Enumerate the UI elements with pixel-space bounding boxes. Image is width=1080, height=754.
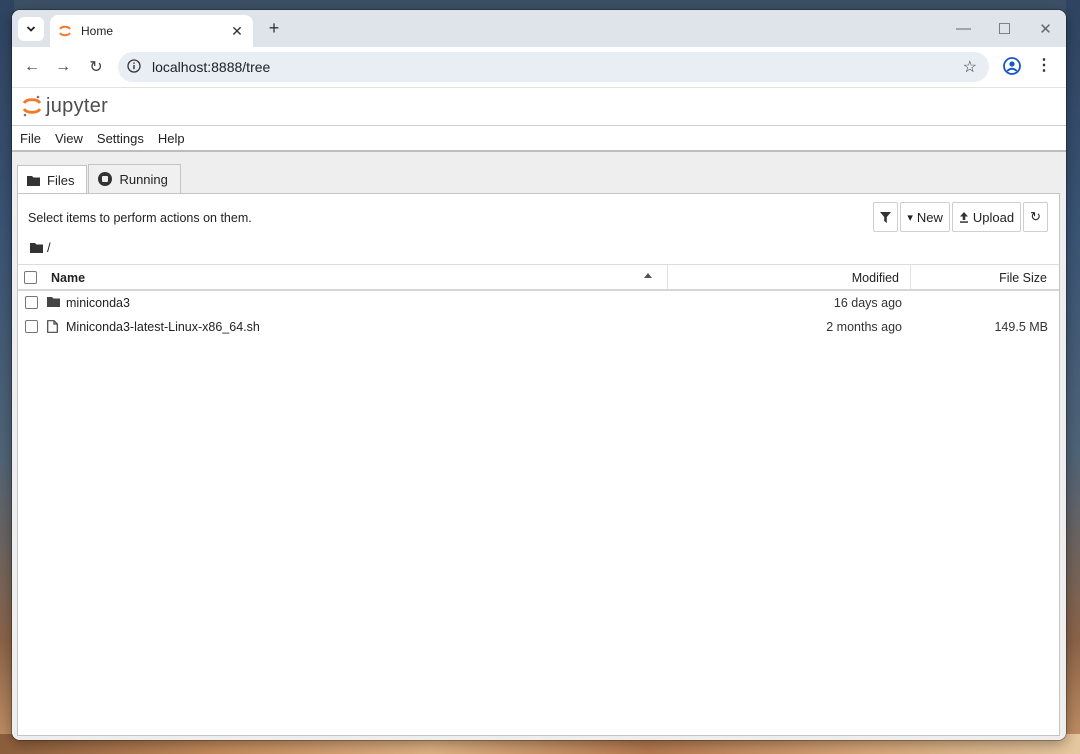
window-close-button[interactable]: ✕ [1025, 10, 1066, 47]
column-divider [910, 265, 911, 289]
folder-icon[interactable] [30, 242, 43, 253]
table-row[interactable]: Miniconda3-latest-Linux-x86_64.sh 2 mont… [18, 315, 1059, 339]
file-icon [47, 320, 58, 333]
breadcrumb: / [30, 240, 51, 255]
folder-icon [27, 175, 40, 186]
tab-strip: Home ✕ + — ☐ ✕ [12, 10, 1066, 47]
new-button[interactable]: ▾ New [900, 202, 950, 232]
new-button-label: New [916, 209, 943, 225]
chevron-down-icon [26, 26, 36, 32]
tab-search-button[interactable] [18, 17, 44, 41]
jupyter-logo-text: jupyter [46, 94, 109, 117]
desktop-wallpaper-right [1066, 0, 1080, 754]
row-checkbox[interactable] [25, 296, 38, 309]
select-all-checkbox[interactable] [24, 271, 37, 284]
star-icon[interactable]: ☆ [963, 57, 977, 77]
kebab-menu-icon[interactable]: ⋮ [1036, 55, 1052, 75]
browser-window: Home ✕ + — ☐ ✕ ← → ↻ localhost:8888/tree… [12, 10, 1066, 740]
file-actions: ▾ New Upload ↻ [871, 202, 1048, 232]
file-table-header: Name Modified File Size [18, 264, 1059, 291]
arrow-right-icon[interactable]: → [52, 56, 74, 78]
plus-icon[interactable]: + [264, 18, 284, 39]
refresh-icon: ↻ [1030, 209, 1041, 224]
close-icon[interactable]: ✕ [229, 23, 245, 40]
tab-title: Home [81, 24, 114, 38]
file-modified: 2 months ago [826, 320, 902, 334]
jupyter-logo[interactable]: jupyter [22, 94, 108, 118]
file-name[interactable]: Miniconda3-latest-Linux-x86_64.sh [66, 320, 260, 334]
file-browser-panel: Select items to perform actions on them.… [17, 193, 1060, 736]
info-icon[interactable] [127, 59, 141, 73]
jupyter-favicon-icon [59, 25, 71, 37]
refresh-button[interactable]: ↻ [1023, 202, 1048, 232]
profile-icon[interactable] [1002, 56, 1022, 76]
file-name[interactable]: miniconda3 [66, 296, 130, 310]
browser-toolbar: ← → ↻ localhost:8888/tree ☆ ⋮ [12, 47, 1066, 88]
row-checkbox[interactable] [25, 320, 38, 333]
menu-help[interactable]: Help [152, 131, 191, 146]
table-row[interactable]: miniconda3 16 days ago [18, 291, 1059, 315]
tab-files-label: Files [47, 173, 75, 188]
menu-view[interactable]: View [49, 131, 89, 146]
menu-bar: File View Settings Help [12, 126, 1066, 152]
folder-icon [47, 297, 60, 307]
column-name[interactable]: Name [51, 271, 85, 285]
menu-settings[interactable]: Settings [91, 131, 150, 146]
caret-down-icon: ▾ [907, 211, 913, 224]
arrow-left-icon[interactable]: ← [21, 56, 43, 78]
tab-running-label: Running [119, 171, 168, 187]
main-area: Files Running Select items to perform ac… [12, 152, 1066, 740]
address-bar[interactable]: localhost:8888/tree ☆ [118, 52, 989, 82]
breadcrumb-root[interactable]: / [47, 240, 51, 255]
upload-icon [959, 211, 969, 223]
upload-button[interactable]: Upload [951, 202, 1022, 232]
minimize-button[interactable]: — [943, 10, 984, 47]
column-modified[interactable]: Modified [852, 271, 899, 285]
file-modified: 16 days ago [833, 296, 902, 310]
tab-files[interactable]: Files [17, 165, 88, 195]
window-controls: — ☐ ✕ [943, 10, 1066, 47]
filter-button[interactable] [873, 202, 899, 232]
selection-hint: Select items to perform actions on them. [28, 211, 252, 225]
jupyter-logo-icon [22, 95, 42, 117]
maximize-button[interactable]: ☐ [984, 10, 1025, 47]
url-text: localhost:8888/tree [152, 59, 271, 75]
file-browser-tabs: Files Running [17, 164, 182, 195]
reload-icon[interactable]: ↻ [85, 56, 107, 78]
menu-file[interactable]: File [14, 131, 47, 146]
browser-tab-home[interactable]: Home ✕ [50, 15, 253, 47]
tab-running[interactable]: Running [88, 164, 181, 193]
column-file-size[interactable]: File Size [999, 271, 1047, 285]
stop-circle-icon [98, 172, 113, 186]
sort-ascending-icon [644, 273, 652, 278]
file-size: 149.5 MB [994, 320, 1048, 334]
filter-icon [880, 211, 892, 223]
upload-button-label: Upload [972, 209, 1015, 225]
jupyter-header: jupyter [12, 88, 1066, 126]
column-divider [667, 265, 668, 289]
